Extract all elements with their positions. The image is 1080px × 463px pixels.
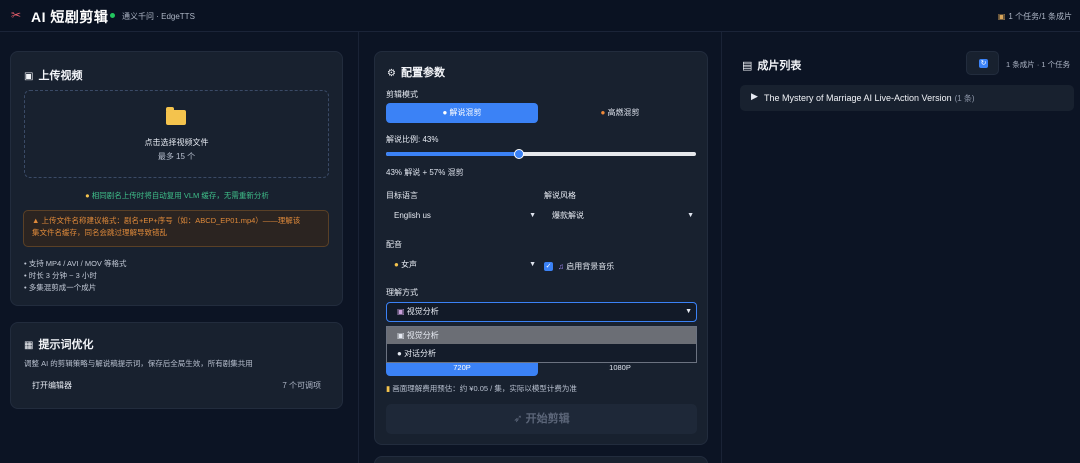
chevron-down-icon: ▼ [687, 212, 694, 219]
resolution-720p-button[interactable]: 720P [386, 361, 538, 376]
upload-dropzone[interactable]: 点击选择视频文件 最多 15 个 [24, 90, 329, 178]
camera-icon: ▣ [397, 307, 407, 316]
dropdown-option-dialog[interactable]: ● 对话分析 [387, 345, 696, 362]
open-editor-link[interactable]: 打开编辑器 [32, 380, 72, 391]
chevron-down-icon: ▼ [685, 308, 692, 315]
ratio-slider[interactable] [386, 149, 696, 159]
dropdown-option-visual[interactable]: ▣ 视觉分析 [387, 327, 696, 344]
film-name: The Mystery of Marriage AI Live-Action V… [764, 93, 952, 103]
film-icon: ▤ [742, 60, 753, 72]
prompt-title: ▦ 提示词优化 [24, 339, 94, 351]
gear-icon: ⚙ [387, 68, 396, 79]
chevron-down-icon: ▼ [529, 212, 536, 219]
film-count: 1 条成片 · 1 个任务 [1006, 60, 1071, 69]
cost-note: ▮ 画面理解费用预估：约 ¥0.05 / 集，实际以模型计费为准 [386, 384, 577, 393]
expand-triangle-icon[interactable]: ▶ [751, 91, 758, 102]
rocket-icon: ➶ [513, 413, 526, 425]
style-label: 解说风格 [544, 191, 576, 200]
chevron-down-icon: ▼ [529, 261, 536, 268]
ratio-label: 解说比例: 43% [386, 135, 439, 144]
upload-title: ▣ 上传视频 [24, 70, 83, 82]
open-editor-row[interactable]: 打开编辑器 7 个可调项 [22, 377, 329, 393]
film-list-title: ▤ 成片列表 [742, 60, 802, 72]
lightbulb-icon: ● [85, 191, 92, 200]
bgm-checkbox[interactable]: ✓ [544, 262, 553, 271]
grid-icon: ▦ [24, 340, 34, 351]
box-icon: ▣ [997, 12, 1006, 21]
column-divider [358, 32, 359, 463]
video-icon: ▣ [24, 71, 34, 82]
voice-label: 配音 [386, 240, 402, 249]
mic-icon: ● [442, 108, 450, 117]
style-select[interactable]: 爆款解说 ▼ [544, 207, 696, 225]
mic-icon: ● [397, 349, 405, 358]
fire-icon: ● [600, 108, 608, 117]
service-status: 通义千问 · EdgeTTS [122, 12, 195, 21]
voice-select[interactable]: ● 女声 ▼ [386, 256, 538, 274]
top-bar: ✂ AI 短剧剪辑 通义千问 · EdgeTTS ▣ 1 个任务/1 条成片 [0, 0, 1080, 32]
prompt-description: 调整 AI 的剪辑策略与解说稿提示词，保存后全局生效，所有剧集共用 [24, 359, 253, 368]
understand-select[interactable]: ▣ 视觉分析 ▼ [386, 302, 697, 322]
note-item: • 时长 3 分钟 ~ 3 小时 [24, 271, 97, 280]
understand-dropdown: ▣ 视觉分析 ● 对话分析 [386, 326, 697, 363]
warning-icon: ▲ [32, 216, 42, 225]
folder-icon [166, 107, 186, 125]
config-title: ⚙ 配置参数 [387, 67, 445, 79]
status-dot-icon [110, 13, 115, 18]
cache-tip: ● 相同剧名上传时将自动复用 VLM 缓存，无需重新分析 [85, 191, 269, 200]
bgm-label: ♫ 启用背景音乐 [558, 262, 615, 271]
mode-switch: ● 解说混剪 ● 高燃混剪 [386, 103, 696, 123]
note-item: • 多集混剪成一个成片 [24, 283, 97, 292]
mode-commentary-button[interactable]: ● 解说混剪 [386, 103, 538, 123]
mode-label: 剪辑模式 [386, 90, 418, 99]
filename-warning: ▲ 上传文件名称建议格式：剧名+EP+序号（如：ABCD_EP01.mp4）——… [23, 210, 329, 247]
film-item-count: (1 条) [954, 94, 975, 103]
refresh-button[interactable]: ↻ [966, 51, 999, 75]
ratio-slider-fill [386, 152, 520, 156]
language-label: 目标语言 [386, 191, 418, 200]
dropzone-sub-text: 最多 15 个 [157, 152, 196, 161]
column-divider [721, 32, 722, 463]
task-summary: ▣ 1 个任务/1 条成片 [997, 12, 1072, 21]
note-item: • 支持 MP4 / AVI / MOV 等格式 [24, 259, 127, 268]
adjustable-count: 7 个可调项 [282, 381, 321, 390]
mode-hype-button[interactable]: ● 高燃混剪 [544, 103, 696, 123]
scissors-icon: ✂ [11, 8, 22, 22]
start-edit-button[interactable]: ➶ 开始剪辑 [386, 404, 697, 434]
film-list-item[interactable]: ▶ The Mystery of Marriage AI Live-Action… [740, 85, 1074, 111]
ratio-text: 43% 解说 + 57% 混剪 [386, 168, 464, 177]
camera-icon: ▣ [397, 331, 407, 340]
female-voice-icon: ● [394, 260, 402, 269]
next-card [374, 456, 708, 463]
dropzone-main-text: 点击选择视频文件 [144, 138, 209, 147]
upload-notes: • 支持 MP4 / AVI / MOV 等格式 • 时长 3 分钟 ~ 3 小… [24, 258, 127, 294]
language-select[interactable]: English us ▼ [386, 207, 538, 225]
understand-label: 理解方式 [386, 288, 418, 297]
music-icon: ♫ [558, 262, 567, 271]
resolution-1080p-button[interactable]: 1080P [544, 361, 696, 376]
refresh-icon: ↻ [979, 59, 988, 68]
app-title: AI 短剧剪辑 [31, 9, 109, 25]
